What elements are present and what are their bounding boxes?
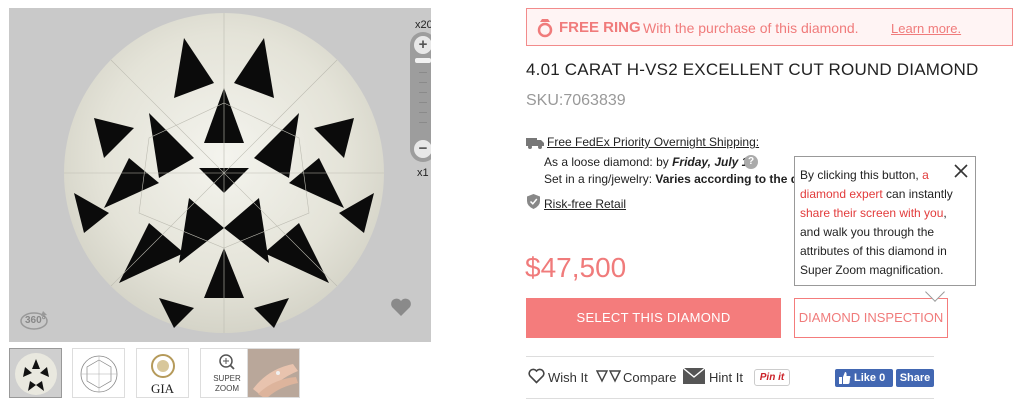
ring-delivery-prefix: Set in a ring/jewelry: [544, 172, 656, 186]
super-zoom-label: SUPER ZOOM [213, 374, 241, 393]
tooltip-text-2: can instantly [882, 187, 953, 201]
hint-it-label: Hint It [709, 370, 743, 385]
magnifier-icon [219, 354, 235, 370]
diamond-inspection-button[interactable]: DIAMOND INSPECTION [794, 298, 948, 338]
heart-icon[interactable] [389, 296, 413, 318]
thumbnail-gia-certificate[interactable]: GIA [136, 348, 189, 398]
tooltip-highlight-share: share their screen with you [800, 206, 944, 220]
compare-label: Compare [623, 370, 677, 385]
thumbs-up-icon [839, 372, 851, 384]
rotate-360-label: 360° [25, 315, 46, 326]
divider [526, 356, 934, 357]
gia-label: GIA [150, 381, 175, 396]
promo-text: With the purchase of this diamond. [643, 20, 859, 36]
product-page: x20 + − x1 360° GIA SUPER ZOOM FREE RING… [0, 0, 1024, 407]
zoom-max-label: x20 [415, 19, 431, 31]
pinterest-button[interactable]: Pin it [754, 369, 790, 386]
tooltip-text-1: By clicking this button, [800, 168, 923, 182]
diamond-photo-icon [10, 349, 61, 397]
zoom-tick [419, 102, 427, 103]
zoom-plus-icon[interactable]: + [414, 36, 431, 54]
shield-check-icon [527, 194, 540, 209]
help-icon[interactable]: ? [744, 155, 758, 169]
hand-photo-icon [248, 349, 299, 397]
select-diamond-button[interactable]: SELECT THIS DIAMOND [526, 298, 781, 338]
wish-it-label: Wish It [548, 370, 588, 385]
facebook-share-button[interactable]: Share [896, 369, 934, 387]
zoom-tick [419, 92, 427, 93]
diamond-image [64, 13, 384, 333]
loose-diamond-date: Friday, July 19 [672, 155, 756, 169]
ring-delivery-value: Varies according to the diff [655, 172, 794, 186]
thumbnail-hand-view[interactable] [247, 348, 300, 398]
ring-icon [537, 19, 553, 38]
thumbnail-super-zoom[interactable]: SUPER ZOOM [200, 348, 253, 398]
zoom-tick [419, 72, 427, 73]
diamond-viewer[interactable]: x20 + − x1 360° [9, 8, 431, 342]
compare-button[interactable]: Compare [596, 370, 676, 385]
zoom-minus-icon[interactable]: − [414, 140, 431, 158]
promo-learn-more-link[interactable]: Learn more. [891, 21, 961, 36]
rotate-360-icon[interactable]: 360° [19, 308, 49, 332]
hint-it-button[interactable]: Hint It [683, 368, 743, 385]
loose-diamond-prefix: As a loose diamond: by [544, 155, 673, 169]
zoom-min-label: x1 [417, 167, 429, 179]
ring-delivery: Set in a ring/jewelry: Varies according … [544, 172, 794, 186]
facebook-like-button[interactable]: Like 0 [835, 369, 893, 387]
compare-diamonds-icon [596, 370, 621, 383]
product-sku: SKU:7063839 [526, 92, 626, 109]
zoom-slider[interactable]: + − [410, 32, 431, 162]
zoom-tick [419, 82, 427, 83]
zoom-tick [419, 122, 427, 123]
inspection-tooltip: By clicking this button, a diamond exper… [794, 156, 976, 286]
free-ring-promo: FREE RING With the purchase of this diam… [526, 8, 1013, 46]
zoom-slider-handle[interactable] [415, 58, 431, 63]
envelope-icon [683, 368, 705, 384]
thumbnail-diamond-diagram[interactable] [72, 348, 125, 398]
loose-diamond-delivery: As a loose diamond: by Friday, July 19 [544, 155, 755, 169]
wish-it-button[interactable]: Wish It [528, 368, 588, 385]
zoom-tick [419, 112, 427, 113]
truck-icon [526, 138, 544, 149]
gia-seal-icon [151, 354, 175, 378]
risk-free-retail-link[interactable]: Risk-free Retail [544, 197, 626, 211]
diamond-diagram-icon [80, 355, 118, 393]
close-icon[interactable] [953, 163, 969, 179]
facebook-like-label: Like 0 [854, 372, 886, 384]
thumbnail-diamond-photo[interactable] [9, 348, 62, 398]
product-title: 4.01 CARAT H-VS2 EXCELLENT CUT ROUND DIA… [526, 60, 979, 79]
divider [526, 398, 934, 399]
product-price: $47,500 [525, 252, 627, 283]
shipping-info-link[interactable]: Free FedEx Priority Overnight Shipping: [547, 135, 759, 149]
heart-outline-icon [528, 368, 545, 384]
promo-title: FREE RING [559, 19, 641, 36]
